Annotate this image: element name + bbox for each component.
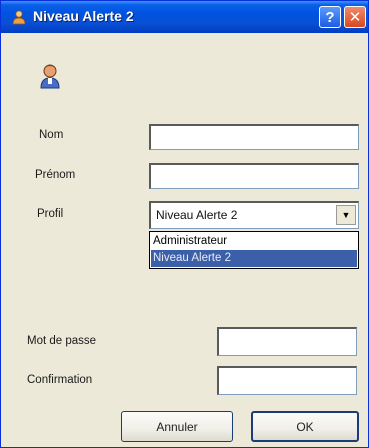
confirmation-label: Confirmation <box>27 374 93 386</box>
nom-label: Nom <box>39 129 64 141</box>
user-avatar-icon <box>40 64 60 89</box>
confirmation-input[interactable] <box>217 366 357 395</box>
profil-label: Profil <box>37 208 64 220</box>
help-button[interactable]: ? <box>319 6 341 28</box>
dropdown-option-administrateur[interactable]: Administrateur <box>151 233 357 250</box>
prenom-input[interactable] <box>149 163 359 189</box>
prenom-label: Prénom <box>35 169 76 181</box>
title-bar[interactable]: Niveau Alerte 2 ? ✕ <box>1 1 368 33</box>
password-input[interactable] <box>217 327 357 356</box>
user-icon <box>12 10 26 25</box>
password-label: Mot de passe <box>27 335 97 347</box>
window-title: Niveau Alerte 2 <box>33 8 134 24</box>
dropdown-option-niveau-alerte-2[interactable]: Niveau Alerte 2 <box>151 250 357 267</box>
profil-dropdown-list: Administrateur Niveau Alerte 2 <box>149 231 359 269</box>
ok-button[interactable]: OK <box>251 411 359 442</box>
cancel-button[interactable]: Annuler <box>121 411 233 442</box>
profil-select[interactable]: Niveau Alerte 2 ▼ <box>149 201 359 229</box>
profil-selected-value: Niveau Alerte 2 <box>156 208 238 222</box>
close-button[interactable]: ✕ <box>344 6 366 28</box>
nom-input[interactable] <box>149 124 359 150</box>
dropdown-arrow-icon[interactable]: ▼ <box>336 205 356 225</box>
dialog-window: Niveau Alerte 2 ? ✕ Nom Prénom Profil Ni… <box>0 0 369 448</box>
